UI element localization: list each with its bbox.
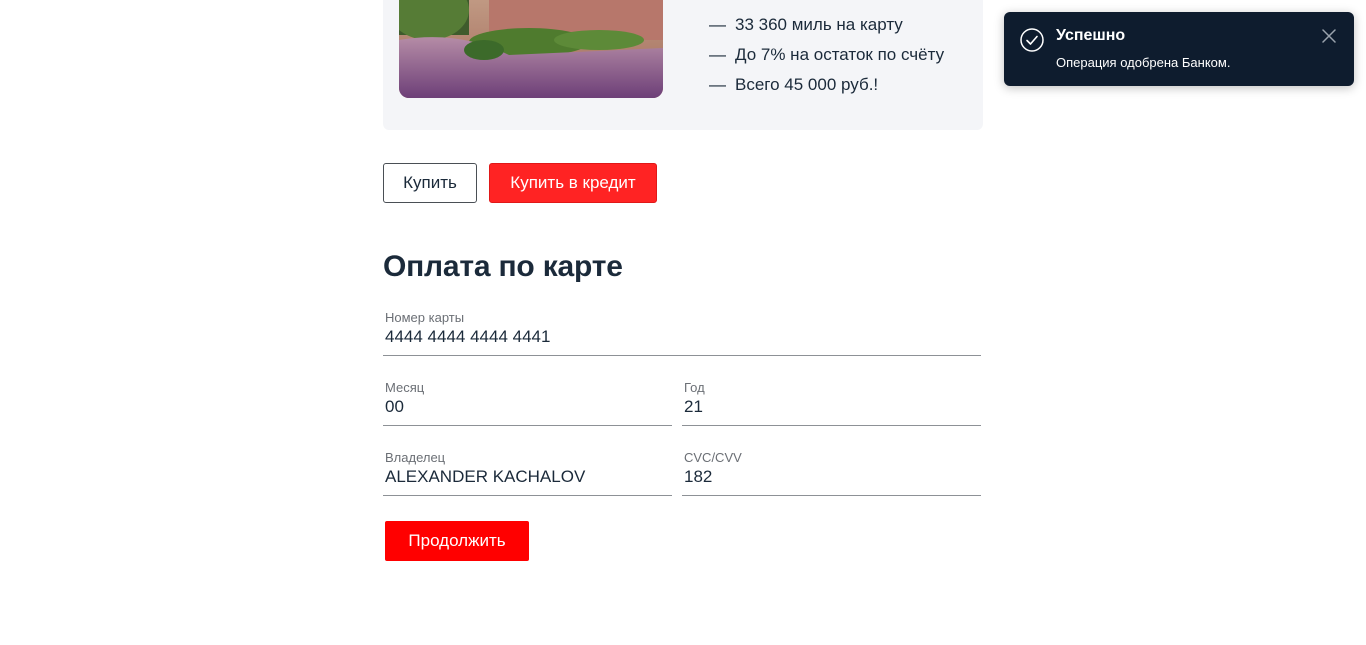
offer-features-list: — 33 360 миль на карту — До 7% на остато…: [709, 10, 944, 100]
continue-button[interactable]: Продолжить: [385, 521, 529, 561]
close-icon[interactable]: [1322, 29, 1336, 43]
success-toast: Успешно Операция одобрена Банком.: [1004, 12, 1354, 86]
card-number-label: Номер карты: [385, 310, 465, 325]
month-input[interactable]: [385, 397, 670, 417]
offer-feature-text: Всего 45 000 руб.!: [735, 75, 879, 94]
offer-feature-text: До 7% на остаток по счёту: [735, 45, 945, 64]
toast-message: Операция одобрена Банком.: [1056, 55, 1231, 70]
check-circle-icon: [1020, 28, 1044, 52]
owner-label: Владелец: [385, 450, 446, 465]
offer-image: [399, 0, 663, 98]
cvc-input[interactable]: [684, 467, 979, 487]
toast-title: Успешно: [1056, 27, 1126, 44]
card-number-input[interactable]: [385, 327, 979, 347]
dash: —: [709, 45, 726, 64]
offer-feature-item: — 33 360 миль на карту: [709, 10, 944, 40]
cvc-field: CVC/CVV: [682, 450, 981, 496]
buy-credit-button[interactable]: Купить в кредит: [489, 163, 657, 203]
owner-input[interactable]: [385, 467, 670, 487]
page: — 33 360 миль на карту — До 7% на остато…: [0, 0, 1366, 645]
cvc-label: CVC/CVV: [684, 450, 742, 465]
month-field: Месяц: [383, 380, 672, 426]
owner-field: Владелец: [383, 450, 672, 496]
year-label: Год: [684, 380, 705, 395]
offer-feature-item: — До 7% на остаток по счёту: [709, 40, 944, 70]
card-number-field: Номер карты: [383, 310, 981, 356]
year-field: Год: [682, 380, 981, 426]
offer-feature-item: — Всего 45 000 руб.!: [709, 70, 944, 100]
year-input[interactable]: [684, 397, 979, 417]
dash: —: [709, 75, 726, 94]
payment-form-title: Оплата по карте: [383, 250, 623, 283]
dash: —: [709, 15, 726, 34]
offer-card: — 33 360 миль на карту — До 7% на остато…: [383, 0, 983, 130]
month-label: Месяц: [385, 380, 425, 395]
buy-button[interactable]: Купить: [383, 163, 477, 203]
offer-feature-text: 33 360 миль на карту: [735, 15, 903, 34]
